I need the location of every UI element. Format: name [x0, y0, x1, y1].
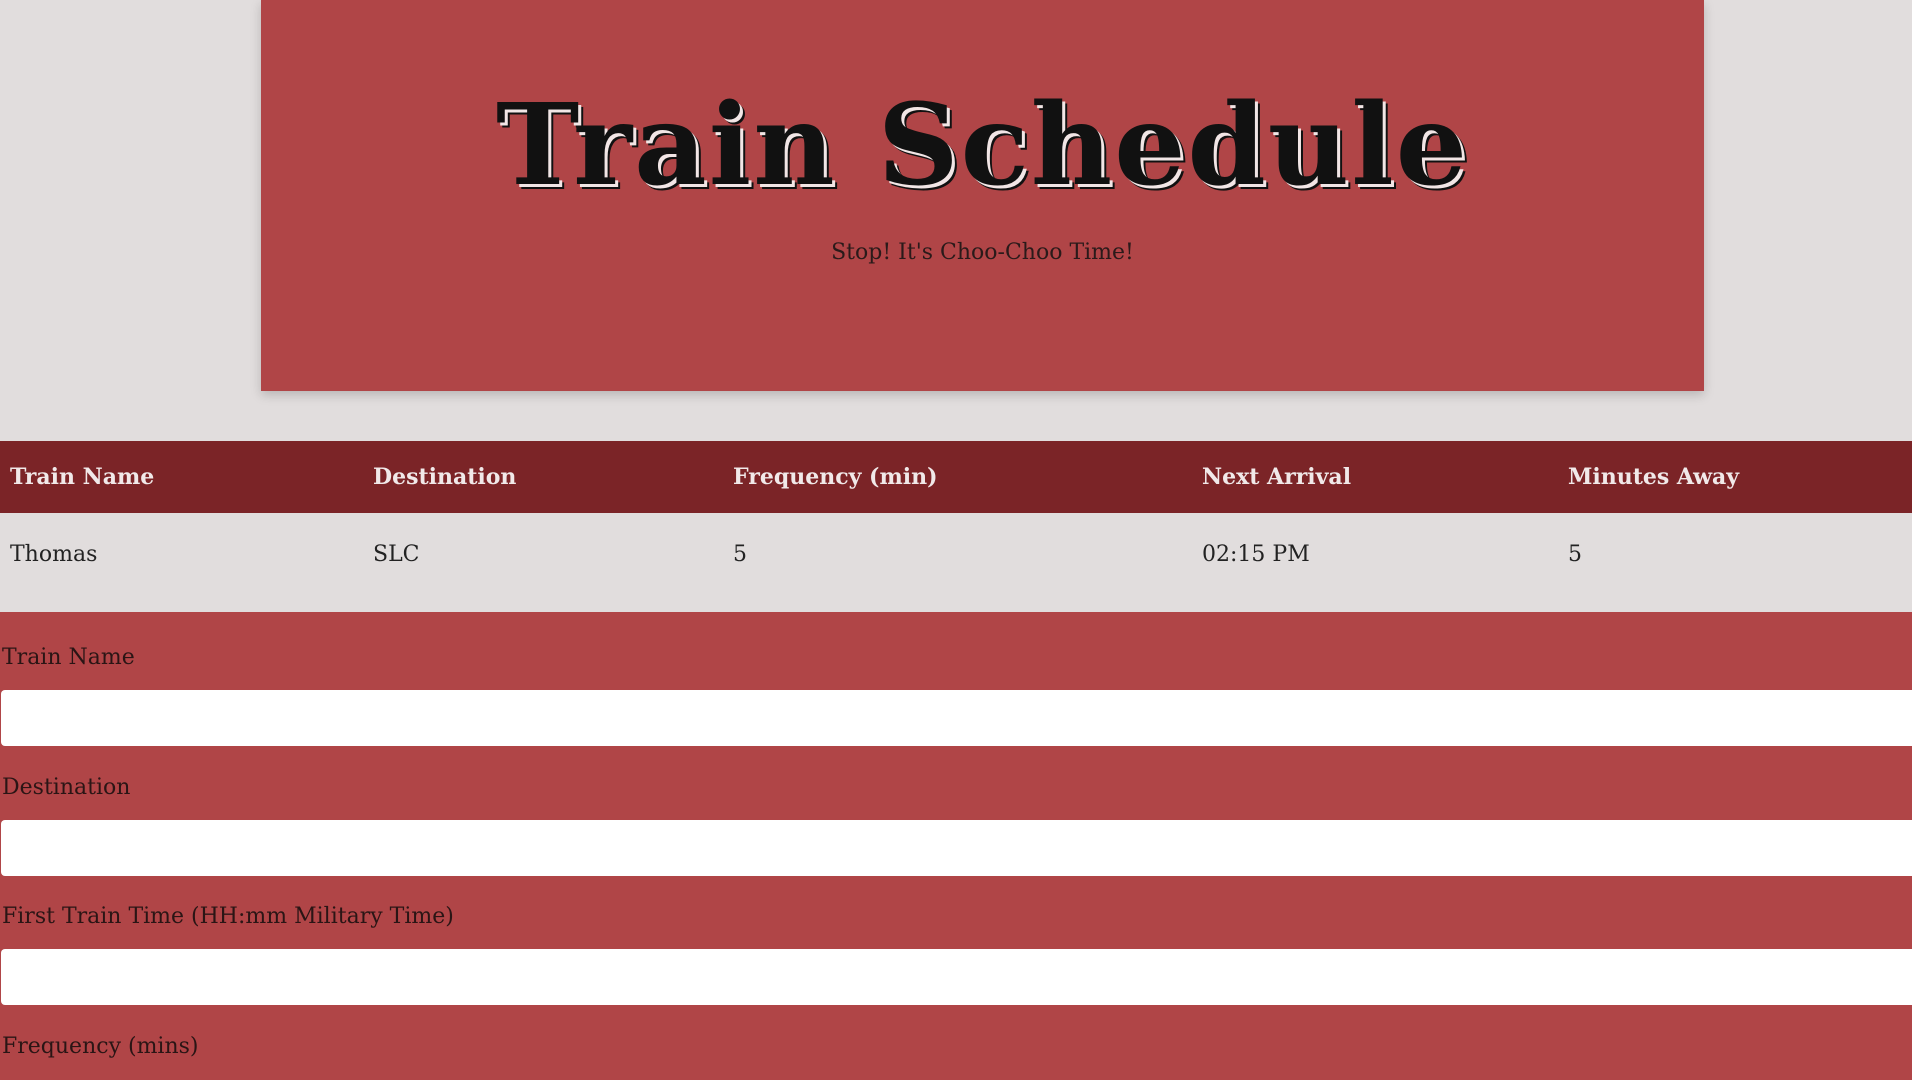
train-name-label: Train Name	[2, 645, 135, 670]
cell-destination: SLC	[373, 541, 420, 567]
frequency-label: Frequency (mins)	[2, 1034, 199, 1059]
destination-input[interactable]	[1, 820, 1912, 876]
column-header-minutes-away: Minutes Away	[1568, 464, 1740, 490]
page-subtitle: Stop! It's Choo-Choo Time!	[831, 240, 1134, 265]
cell-train-name: Thomas	[10, 541, 98, 567]
first-train-time-label: First Train Time (HH:mm Military Time)	[2, 904, 454, 929]
page: Train Schedule Stop! It's Choo-Choo Time…	[0, 0, 1912, 1080]
train-name-input[interactable]	[1, 690, 1912, 746]
column-header-train-name: Train Name	[10, 464, 155, 490]
header-banner: Train Schedule Stop! It's Choo-Choo Time…	[261, 0, 1704, 391]
cell-minutes-away: 5	[1568, 541, 1582, 567]
cell-next-arrival: 02:15 PM	[1202, 541, 1310, 567]
column-header-next-arrival: Next Arrival	[1202, 464, 1352, 490]
page-title: Train Schedule	[495, 80, 1470, 211]
add-train-form: Train Name Destination First Train Time …	[0, 612, 1912, 1080]
table-header-row: Train Name Destination Frequency (min) N…	[0, 441, 1912, 513]
train-schedule-table: Train Name Destination Frequency (min) N…	[0, 441, 1912, 595]
cell-frequency: 5	[733, 541, 747, 567]
column-header-frequency: Frequency (min)	[733, 464, 938, 490]
table-row: Thomas SLC 5 02:15 PM 5	[0, 513, 1912, 595]
column-header-destination: Destination	[373, 464, 517, 490]
destination-label: Destination	[2, 775, 131, 800]
first-train-time-input[interactable]	[1, 949, 1912, 1005]
